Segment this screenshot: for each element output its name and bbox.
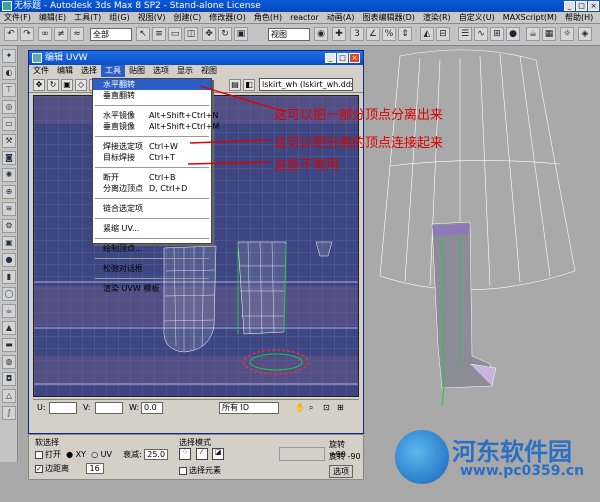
annotation-arrows (187, 85, 287, 165)
vertex-mode-icon[interactable]: ⁘ (179, 448, 191, 460)
face-mode-icon[interactable]: ◪ (212, 448, 225, 460)
xy-radio[interactable]: ● (66, 450, 73, 459)
open-checkbox[interactable] (35, 450, 43, 459)
rotate-minus-row: 旋转 -90 (329, 452, 361, 461)
annotation-split-vertices: 这可以把一部分顶点分离出来 (274, 108, 444, 123)
select-mode-title: 选择模式 (179, 438, 211, 447)
soft-select-open-row: 打开 ● XY ○ UV (35, 449, 112, 460)
rotate-minus-90-button[interactable]: -90 (348, 452, 361, 461)
soft-select-slider[interactable] (279, 447, 325, 461)
uv-radio[interactable]: ○ (91, 450, 98, 459)
options-button[interactable]: 选项 (329, 465, 353, 478)
falloff-row: 衰减: 25.0 (123, 449, 169, 460)
select-element-checkbox[interactable] (179, 466, 187, 475)
select-element-row: 选择元素 (179, 465, 221, 476)
select-mode-buttons: ⁘ ⁄ ◪ (179, 448, 226, 460)
watermark-logo-icon (395, 430, 449, 484)
uvw-options-panel: 软选择 打开 ● XY ○ UV 衰减: 25.0 ✓ 边距离 16 选择模式 ⁘… (28, 434, 364, 480)
edge-distance-field[interactable]: 16 (85, 463, 104, 474)
falloff-field[interactable]: 25.0 (144, 449, 169, 460)
annotation-rarely-used: 这些不常用 (274, 158, 340, 173)
annotation-weld-vertices: 这可以把分离的顶点连接起来 (274, 136, 444, 151)
edge-distance-checkbox[interactable]: ✓ (35, 464, 43, 473)
soft-select-title: 软选择 (35, 438, 59, 447)
watermark-url: www.pc0359.cn (460, 463, 585, 479)
watermark-name: 河东软件园 (452, 438, 572, 466)
edge-distance-row: ✓ 边距离 16 (35, 463, 104, 474)
edge-mode-icon[interactable]: ⁄ (195, 448, 208, 460)
